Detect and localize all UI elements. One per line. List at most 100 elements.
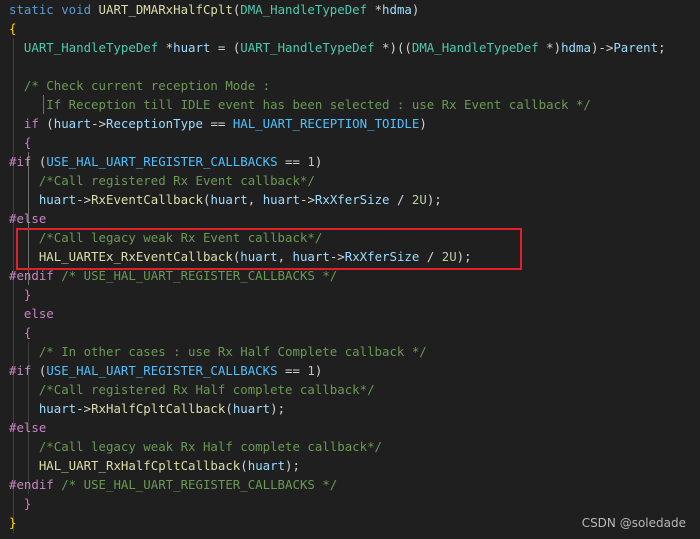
code-line[interactable]: /*Call legacy weak Rx Event callback*/ (9, 228, 322, 247)
code-token: If Reception till IDLE event has been se… (9, 97, 591, 112)
code-token: -> (300, 192, 315, 207)
code-line[interactable]: else (9, 304, 54, 323)
code-line[interactable]: { (9, 323, 31, 342)
code-token: ( (225, 401, 233, 416)
code-token: -> (91, 116, 106, 131)
code-line[interactable]: #endif /* USE_HAL_UART_REGISTER_CALLBACK… (9, 266, 337, 285)
code-token: { (23, 135, 32, 150)
code-token: ); (456, 249, 472, 264)
code-token: )-> (590, 40, 614, 55)
code-token: , (247, 192, 263, 207)
code-token: #endif (9, 477, 54, 492)
code-token: huart (53, 116, 92, 131)
code-token: ; (658, 40, 666, 55)
code-token: ( (38, 116, 54, 131)
code-token: UART_HandleTypeDef (240, 40, 375, 55)
code-line[interactable]: /*Call registered Rx Half complete callb… (9, 380, 375, 399)
code-line[interactable]: /*Call registered Rx Event callback*/ (9, 171, 315, 190)
code-token: { (23, 325, 32, 340)
code-line[interactable]: { (9, 19, 16, 38)
code-token: ( (31, 154, 47, 169)
code-line[interactable]: } (9, 513, 16, 532)
code-token: * (158, 40, 174, 55)
code-token: RxEventCallback (91, 192, 203, 207)
code-token: } (23, 496, 32, 511)
code-token: { (9, 21, 17, 36)
code-token: if (23, 116, 39, 131)
code-token: huart (292, 249, 330, 264)
code-token: static void (9, 2, 99, 17)
code-line[interactable]: /* In other cases : use Rx Half Complete… (9, 342, 427, 361)
code-token: #else (9, 211, 47, 226)
code-line[interactable]: HAL_UART_RxHalfCpltCallback(huart); (9, 456, 300, 475)
code-token: ) (314, 363, 323, 378)
code-token: /*Call legacy weak Rx Half complete call… (9, 439, 382, 454)
code-token: huart (210, 192, 248, 207)
code-token: #endif (9, 268, 54, 283)
code-token: HAL_UART_RxHalfCpltCallback (38, 458, 241, 473)
code-token: *)(( (374, 40, 412, 55)
code-token: / (419, 249, 442, 264)
code-line[interactable]: #else (9, 209, 46, 228)
code-token: huart (247, 458, 286, 473)
code-token: USE_HAL_UART_REGISTER_CALLBACKS (46, 363, 278, 378)
code-token: huart (232, 401, 271, 416)
code-editor[interactable]: static void UART_DMARxHalfCplt ( DMA_Handl… (0, 0, 700, 539)
code-token: RxHalfCpltCallback (91, 401, 226, 416)
code-token: } (9, 515, 17, 530)
code-line[interactable]: static void UART_DMARxHalfCplt(DMA_Handl… (9, 0, 419, 19)
code-line[interactable]: huart->RxEventCallback(huart, huart->RxX… (9, 190, 442, 209)
code-token: hdma (561, 40, 591, 55)
code-line[interactable]: #else (9, 418, 46, 437)
code-line[interactable]: } (9, 285, 31, 304)
code-token: 2U (441, 249, 457, 264)
code-token: UART_DMARxHalfCplt (98, 2, 233, 17)
code-line[interactable]: { (9, 133, 31, 152)
code-line[interactable]: HAL_UARTEx_RxEventCallback(huart, huart-… (9, 247, 472, 266)
code-token: ReceptionType (106, 116, 203, 131)
code-token: ) (411, 2, 420, 17)
code-token: *) (538, 40, 562, 55)
code-token: == (202, 116, 233, 131)
code-token: huart (173, 40, 211, 55)
code-token: ); (426, 192, 442, 207)
code-token: /* Check current reception Mode : (9, 78, 271, 93)
code-token: hdma (382, 2, 412, 17)
code-token: /*Call registered Rx Event callback*/ (9, 173, 315, 188)
code-token: UART_HandleTypeDef (23, 40, 159, 55)
code-token: huart (38, 192, 77, 207)
code-line[interactable]: #endif /* USE_HAL_UART_REGISTER_CALLBACK… (9, 475, 337, 494)
code-line[interactable]: UART_HandleTypeDef *huart = (UART_Handle… (9, 38, 666, 57)
code-token: huart (262, 192, 300, 207)
watermark: CSDN @soledade (581, 516, 686, 530)
code-token: 2U (411, 192, 427, 207)
code-token: , (277, 249, 293, 264)
code-line[interactable]: If Reception till IDLE event has been se… (9, 95, 591, 114)
code-line[interactable]: if (huart->ReceptionType == HAL_UART_REC… (9, 114, 427, 133)
code-token: huart (38, 401, 77, 416)
code-token: == (277, 363, 308, 378)
code-token: #if (9, 154, 32, 169)
code-line[interactable]: #if (USE_HAL_UART_REGISTER_CALLBACKS == … (9, 152, 322, 171)
code-line[interactable]: } (9, 494, 31, 513)
code-line[interactable]: /* Check current reception Mode : (9, 76, 270, 95)
code-token: -> (329, 249, 345, 264)
code-token: ); (270, 401, 286, 416)
code-token: /* USE_HAL_UART_REGISTER_CALLBACKS */ (53, 268, 338, 283)
code-token: ( (240, 458, 248, 473)
code-token: DMA_HandleTypeDef (240, 2, 368, 17)
code-line[interactable]: huart->RxHalfCpltCallback(huart); (9, 399, 285, 418)
code-line[interactable]: /*Call legacy weak Rx Half complete call… (9, 437, 382, 456)
code-token: -> (76, 192, 92, 207)
code-line[interactable]: #if (USE_HAL_UART_REGISTER_CALLBACKS == … (9, 361, 322, 380)
code-token: -> (76, 401, 92, 416)
code-token: HAL_UART_RECEPTION_TOIDLE (232, 116, 420, 131)
code-token: RxXferSize (314, 192, 390, 207)
